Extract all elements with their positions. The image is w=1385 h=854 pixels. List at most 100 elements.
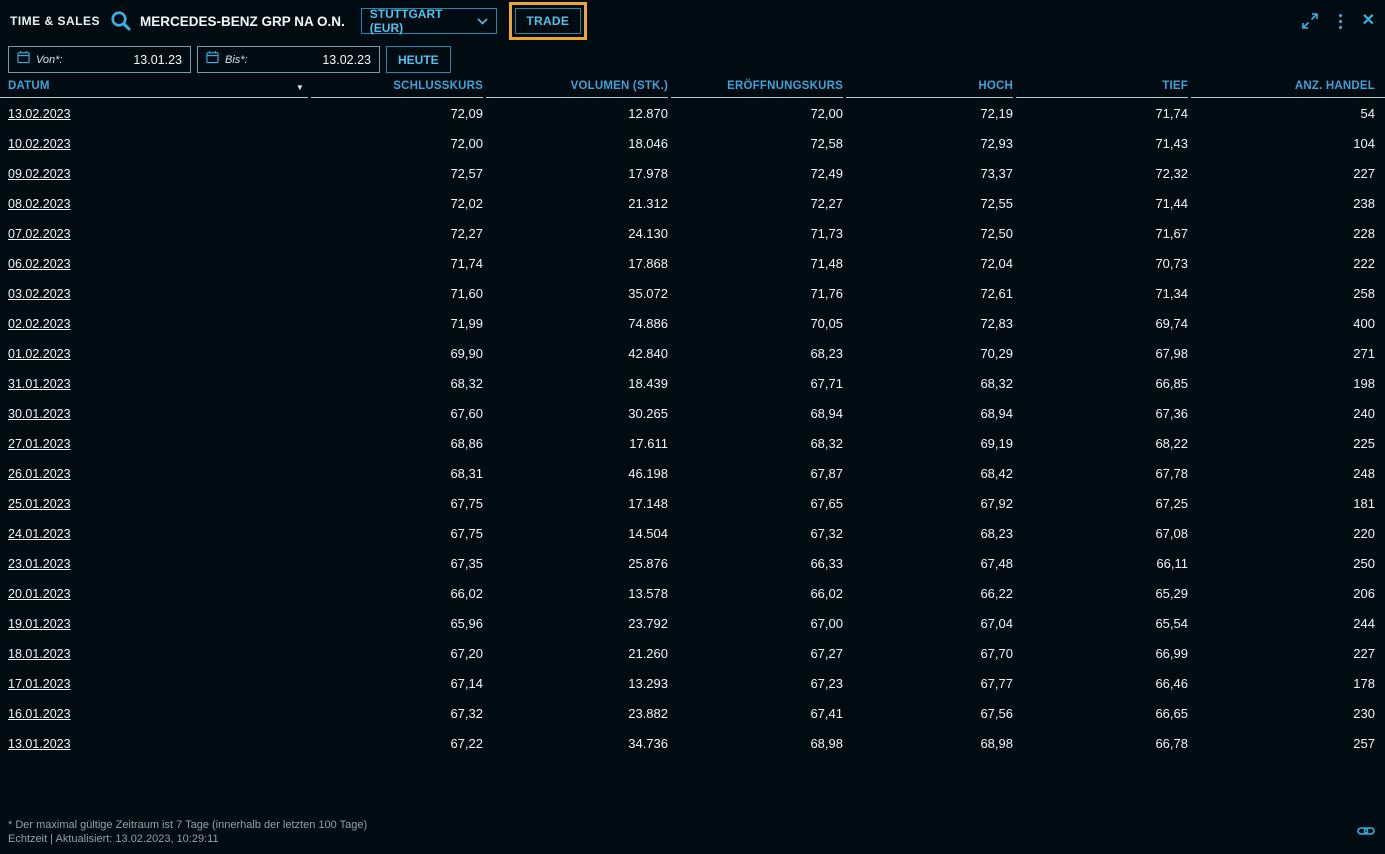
column-header-eroeffnungskurs[interactable]: ERÖFFNUNGSKURS — [671, 80, 843, 98]
topbar-actions: ✕ — [1301, 12, 1375, 31]
column-header-volumen[interactable]: VOLUMEN (STK.) — [486, 80, 668, 98]
date-link[interactable]: 10.02.2023 — [8, 137, 71, 151]
date-link[interactable]: 08.02.2023 — [8, 197, 71, 211]
cell-value: 72,02 — [311, 196, 483, 211]
cell-value: 178 — [1191, 676, 1385, 691]
cell-value: 71,48 — [671, 256, 843, 271]
search-icon[interactable] — [110, 10, 132, 32]
table-row: 07.02.202372,2724.13071,7372,5071,67228 — [0, 218, 1385, 248]
footer-note: * Der maximal gültige Zeitraum ist 7 Tag… — [8, 818, 367, 832]
date-link[interactable]: 31.01.2023 — [8, 377, 71, 391]
table-header: DATUM ▼ SCHLUSSKURS VOLUMEN (STK.) ERÖFF… — [0, 80, 1385, 98]
cell-datum: 08.02.2023 — [0, 196, 308, 211]
cell-value: 65,54 — [1016, 616, 1188, 631]
cell-value: 66,85 — [1016, 376, 1188, 391]
cell-value: 67,22 — [311, 736, 483, 751]
cell-value: 68,32 — [671, 436, 843, 451]
close-icon[interactable]: ✕ — [1362, 13, 1375, 29]
link-icon[interactable] — [1357, 824, 1375, 842]
cell-value: 17.978 — [486, 166, 668, 181]
date-link[interactable]: 07.02.2023 — [8, 227, 71, 241]
date-link[interactable]: 26.01.2023 — [8, 467, 71, 481]
cell-value: 69,90 — [311, 346, 483, 361]
date-link[interactable]: 06.02.2023 — [8, 257, 71, 271]
cell-datum: 18.01.2023 — [0, 646, 308, 661]
expand-icon[interactable] — [1301, 12, 1319, 30]
cell-value: 25.876 — [486, 556, 668, 571]
cell-value: 46.198 — [486, 466, 668, 481]
sort-descending-icon[interactable]: ▼ — [296, 83, 308, 92]
cell-value: 71,74 — [1016, 106, 1188, 121]
cell-value: 68,98 — [671, 736, 843, 751]
cell-value: 72,61 — [846, 286, 1013, 301]
cell-value: 228 — [1191, 226, 1385, 241]
column-header-schlusskurs[interactable]: SCHLUSSKURS — [311, 80, 483, 98]
cell-value: 70,29 — [846, 346, 1013, 361]
date-link[interactable]: 27.01.2023 — [8, 437, 71, 451]
cell-value: 18.439 — [486, 376, 668, 391]
cell-value: 67,23 — [671, 676, 843, 691]
table-row: 13.01.202367,2234.73668,9868,9866,78257 — [0, 728, 1385, 758]
cell-value: 70,73 — [1016, 256, 1188, 271]
trade-button[interactable]: TRADE — [515, 8, 581, 34]
cell-datum: 13.02.2023 — [0, 106, 308, 121]
date-link[interactable]: 19.01.2023 — [8, 617, 71, 631]
date-link[interactable]: 20.01.2023 — [8, 587, 71, 601]
calendar-icon — [17, 50, 30, 69]
date-link[interactable]: 23.01.2023 — [8, 557, 71, 571]
cell-value: 227 — [1191, 166, 1385, 181]
date-link[interactable]: 16.01.2023 — [8, 707, 71, 721]
cell-datum: 10.02.2023 — [0, 136, 308, 151]
date-link[interactable]: 25.01.2023 — [8, 497, 71, 511]
cell-value: 17.148 — [486, 496, 668, 511]
date-link[interactable]: 03.02.2023 — [8, 287, 71, 301]
cell-value: 65,96 — [311, 616, 483, 631]
column-header-hoch[interactable]: HOCH — [846, 80, 1013, 98]
cell-value: 248 — [1191, 466, 1385, 481]
cell-value: 66,65 — [1016, 706, 1188, 721]
date-link[interactable]: 13.02.2023 — [8, 107, 71, 121]
cell-value: 67,32 — [671, 526, 843, 541]
cell-value: 67,75 — [311, 496, 483, 511]
cell-value: 21.260 — [486, 646, 668, 661]
date-link[interactable]: 18.01.2023 — [8, 647, 71, 661]
date-link[interactable]: 30.01.2023 — [8, 407, 71, 421]
cell-value: 71,99 — [311, 316, 483, 331]
kebab-menu-icon[interactable] — [1335, 12, 1346, 31]
cell-value: 73,37 — [846, 166, 1013, 181]
cell-value: 17.611 — [486, 436, 668, 451]
cell-value: 67,08 — [1016, 526, 1188, 541]
cell-value: 67,56 — [846, 706, 1013, 721]
cell-value: 69,74 — [1016, 316, 1188, 331]
cell-value: 67,60 — [311, 406, 483, 421]
column-header-tief[interactable]: TIEF — [1016, 80, 1188, 98]
bis-date-field[interactable]: Bis*: 13.02.23 — [197, 46, 380, 73]
cell-datum: 27.01.2023 — [0, 436, 308, 451]
filterbar: Von*: 13.01.23 Bis*: 13.02.23 HEUTE — [8, 46, 451, 73]
date-link[interactable]: 24.01.2023 — [8, 527, 71, 541]
heute-button[interactable]: HEUTE — [386, 46, 451, 73]
bis-label: Bis*: — [225, 54, 248, 66]
table-row: 10.02.202372,0018.04672,5872,9371,43104 — [0, 128, 1385, 158]
table-row: 27.01.202368,8617.61168,3269,1968,22225 — [0, 428, 1385, 458]
cell-value: 72,27 — [311, 226, 483, 241]
cell-value: 72,50 — [846, 226, 1013, 241]
cell-datum: 16.01.2023 — [0, 706, 308, 721]
exchange-select[interactable]: STUTTGART (EUR) — [361, 8, 497, 34]
date-link[interactable]: 13.01.2023 — [8, 737, 71, 751]
von-date-field[interactable]: Von*: 13.01.23 — [8, 46, 191, 73]
cell-value: 227 — [1191, 646, 1385, 661]
date-link[interactable]: 01.02.2023 — [8, 347, 71, 361]
cell-datum: 19.01.2023 — [0, 616, 308, 631]
table-row: 26.01.202368,3146.19867,8768,4267,78248 — [0, 458, 1385, 488]
date-link[interactable]: 02.02.2023 — [8, 317, 71, 331]
column-header-anz-handel[interactable]: ANZ. HANDEL — [1191, 80, 1385, 98]
date-link[interactable]: 09.02.2023 — [8, 167, 71, 181]
cell-value: 67,14 — [311, 676, 483, 691]
cell-value: 72,49 — [671, 166, 843, 181]
cell-value: 21.312 — [486, 196, 668, 211]
cell-value: 400 — [1191, 316, 1385, 331]
date-link[interactable]: 17.01.2023 — [8, 677, 71, 691]
column-header-datum[interactable]: DATUM ▼ — [0, 80, 308, 98]
trade-button-highlight: TRADE — [509, 2, 587, 40]
